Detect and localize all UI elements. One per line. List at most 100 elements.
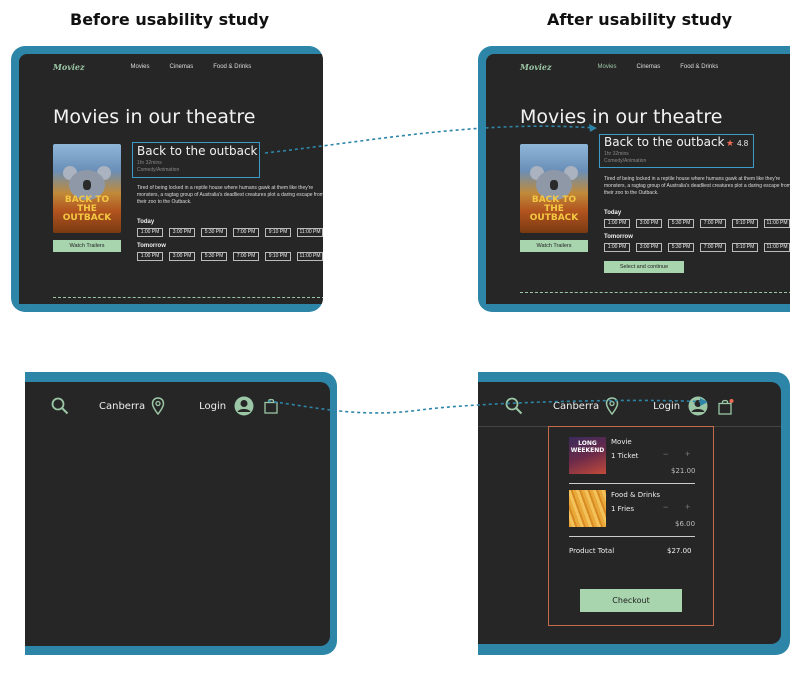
location-label[interactable]: Canberra	[553, 401, 599, 412]
time-slot[interactable]: 9:10 PM	[732, 243, 758, 252]
heading-after: After usability study	[547, 10, 733, 29]
minus-button[interactable]: −	[663, 502, 668, 512]
top-nav: Moviez Movies Cinemas Food & Drinks	[53, 62, 323, 72]
search-icon[interactable]	[505, 397, 523, 415]
times-today: 1:00 PM 3:00 PM 5:30 PM 7:00 PM 9:10 PM …	[604, 219, 790, 228]
time-slot[interactable]: 11:00 PM	[764, 219, 790, 228]
desktop-after-frame: Moviez Movies Cinemas Food & Drinks Movi…	[478, 46, 790, 312]
logo[interactable]: Moviez	[53, 62, 85, 72]
time-slot[interactable]: 3:00 PM	[169, 252, 195, 261]
mobile-top-nav: Canberra Login	[51, 396, 278, 416]
user-avatar-icon[interactable]	[688, 396, 708, 416]
mobile-before-frame: Canberra Login	[25, 372, 337, 655]
desktop-before-screen: Moviez Movies Cinemas Food & Drinks Movi…	[19, 54, 323, 304]
mobile-top-nav: Canberra Login	[505, 396, 734, 416]
watch-trailers-button[interactable]: Watch Trailers	[53, 240, 121, 252]
time-slot[interactable]: 9:10 PM	[265, 252, 291, 261]
cart-item-qty-movie: 1 Ticket	[611, 452, 639, 460]
movie-poster[interactable]: BACK TO THE OUTBACK	[520, 144, 588, 233]
poster-title: BACK TO THE OUTBACK	[62, 195, 112, 223]
poster-title: BACK TO THE OUTBACK	[529, 195, 579, 223]
desktop-before-frame: Moviez Movies Cinemas Food & Drinks Movi…	[11, 46, 323, 312]
movie-description: Tired of being locked in a reptile house…	[604, 176, 790, 196]
cart-item-name-food: Food & Drinks	[611, 491, 661, 499]
location-pin-icon[interactable]	[605, 397, 619, 415]
cart-item-qty-food: 1 Fries	[611, 505, 634, 513]
time-slot[interactable]: 11:00 PM	[764, 243, 790, 252]
top-nav: Moviez Movies Cinemas Food & Drinks	[520, 62, 790, 72]
plus-button[interactable]: +	[685, 449, 690, 459]
movie-title: Back to the outback	[604, 135, 725, 149]
cart-dropdown: LONG WEEKEND Movie 1 Ticket − + $21.00 F…	[548, 426, 714, 626]
movie-title: Back to the outback	[137, 144, 258, 158]
time-slot[interactable]: 7:00 PM	[700, 243, 726, 252]
heading-before: Before usability study	[70, 10, 270, 29]
time-slot[interactable]: 5:30 PM	[668, 243, 694, 252]
fries-thumbnail	[569, 490, 606, 527]
time-slot[interactable]: 11:00 PM	[297, 252, 323, 261]
rating-value: 4.8	[737, 139, 749, 148]
page-title: Movies in our theatre	[520, 106, 723, 128]
footer-divider	[520, 292, 790, 293]
search-icon[interactable]	[51, 397, 69, 415]
login-link[interactable]: Login	[653, 401, 680, 412]
mobile-before-screen: Canberra Login	[25, 382, 330, 646]
time-slot[interactable]: 3:00 PM	[169, 228, 195, 237]
movie-poster[interactable]: BACK TO THE OUTBACK	[53, 144, 121, 233]
user-avatar-icon[interactable]	[234, 396, 254, 416]
cart-divider	[569, 536, 695, 537]
times-tomorrow: 1:00 PM 3:00 PM 5:30 PM 7:00 PM 9:10 PM …	[604, 243, 790, 252]
movie-rating: ★ 4.8	[726, 138, 748, 149]
day-label-tomorrow: Tomorrow	[137, 243, 166, 249]
cart-divider	[569, 483, 695, 484]
location-label[interactable]: Canberra	[99, 401, 145, 412]
movie-duration: 1hr 32mins	[604, 151, 629, 157]
movie-genre: Comedy/Animation	[137, 167, 180, 173]
nav-food-drinks[interactable]: Food & Drinks	[213, 64, 251, 70]
cart-item-name-movie: Movie	[611, 438, 632, 446]
plus-button[interactable]: +	[685, 502, 690, 512]
shopping-bag-icon[interactable]	[718, 398, 734, 415]
time-slot[interactable]: 7:00 PM	[700, 219, 726, 228]
checkout-button[interactable]: Checkout	[580, 589, 682, 612]
koala-nose	[83, 180, 91, 190]
nav-food-drinks[interactable]: Food & Drinks	[680, 64, 718, 70]
time-slot[interactable]: 1:00 PM	[604, 243, 630, 252]
time-slot[interactable]: 1:00 PM	[604, 219, 630, 228]
day-label-tomorrow: Tomorrow	[604, 234, 633, 240]
shopping-bag-icon[interactable]	[264, 398, 278, 414]
time-slot[interactable]: 1:00 PM	[137, 252, 163, 261]
nav-cinemas[interactable]: Cinemas	[170, 64, 194, 70]
time-slot[interactable]: 7:00 PM	[233, 252, 259, 261]
time-slot[interactable]: 9:10 PM	[265, 228, 291, 237]
logo[interactable]: Moviez	[520, 62, 552, 72]
nav-movies[interactable]: Movies	[131, 64, 150, 70]
time-slot[interactable]: 7:00 PM	[233, 228, 259, 237]
day-label-today: Today	[137, 219, 155, 225]
product-total-label: Product Total	[569, 547, 615, 555]
login-link[interactable]: Login	[199, 401, 226, 412]
watch-trailers-button[interactable]: Watch Trailers	[520, 240, 588, 252]
location-pin-icon[interactable]	[151, 397, 165, 415]
movie-genre: Comedy/Animation	[604, 158, 647, 164]
nav-movies[interactable]: Movies	[598, 64, 617, 70]
product-total-value: $27.00	[667, 547, 692, 555]
time-slot[interactable]: 9:10 PM	[732, 219, 758, 228]
time-slot[interactable]: 5:30 PM	[201, 252, 227, 261]
time-slot[interactable]: 5:30 PM	[201, 228, 227, 237]
day-label-today: Today	[604, 210, 622, 216]
minus-button[interactable]: −	[663, 449, 668, 459]
koala-nose	[550, 180, 558, 190]
time-slot[interactable]: 11:00 PM	[297, 228, 323, 237]
time-slot[interactable]: 5:30 PM	[668, 219, 694, 228]
nav-cinemas[interactable]: Cinemas	[637, 64, 661, 70]
time-slot[interactable]: 1:00 PM	[137, 228, 163, 237]
time-slot[interactable]: 3:00 PM	[636, 243, 662, 252]
select-and-continue-button[interactable]: Select and continue	[604, 261, 684, 273]
movie-description: Tired of being locked in a reptile house…	[137, 185, 323, 205]
movie-thumbnail: LONG WEEKEND	[569, 437, 606, 474]
time-slot[interactable]: 3:00 PM	[636, 219, 662, 228]
star-icon: ★	[726, 138, 735, 148]
footer-divider	[53, 297, 323, 298]
cart-item-price-food: $6.00	[675, 520, 696, 528]
